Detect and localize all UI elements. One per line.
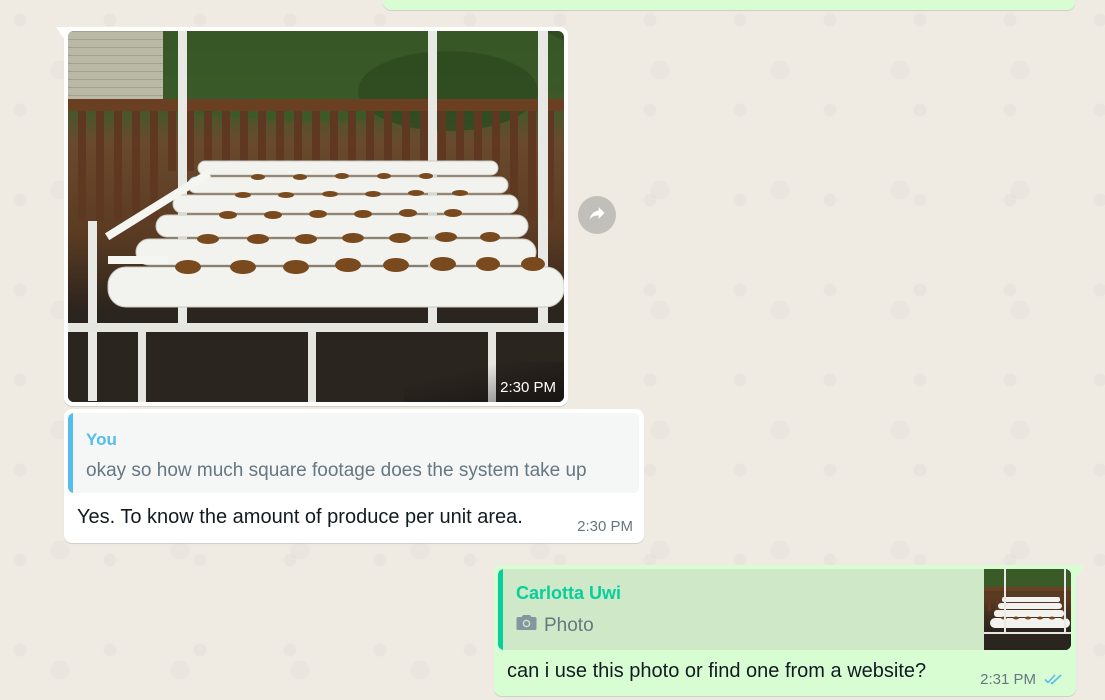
quoted-author: You <box>86 430 117 449</box>
double-check-icon <box>1044 672 1064 690</box>
message-time: 2:31 PM <box>980 671 1036 688</box>
quoted-photo-thumbnail <box>984 569 1071 650</box>
hydroponic-system-photo[interactable]: 2:30 PM <box>68 31 564 402</box>
quoted-type: Photo <box>516 614 594 637</box>
photo-drawing <box>68 31 564 402</box>
forward-button[interactable] <box>578 196 616 234</box>
message-text: Yes. To know the amount of produce per u… <box>77 506 523 528</box>
quoted-photo-message[interactable]: Carlotta Uwi Photo <box>498 569 1071 650</box>
previous-outgoing-message[interactable] <box>383 0 1075 10</box>
image-message-time: 2:30 PM <box>500 379 556 396</box>
bubble-tail <box>1076 565 1085 578</box>
quoted-type-label: Photo <box>544 614 594 636</box>
outgoing-message-bubble[interactable]: Carlotta Uwi Photo can i use this photo … <box>494 565 1076 696</box>
message-text: can i use this photo or find one from a … <box>507 660 927 682</box>
quoted-author: Carlotta Uwi <box>516 583 622 603</box>
message-time: 2:30 PM <box>577 518 633 535</box>
quoted-message[interactable]: You okay so how much square footage does… <box>68 413 639 493</box>
forward-icon <box>587 203 607 228</box>
text-message-bubble[interactable]: You okay so how much square footage does… <box>64 409 644 543</box>
quote-accent-bar <box>498 569 503 650</box>
camera-icon <box>516 614 537 637</box>
image-message-bubble[interactable]: 2:30 PM <box>64 27 568 406</box>
quoted-text: okay so how much square footage does the… <box>86 460 587 481</box>
chat-panel: 2:30 PM You okay so how much square foot… <box>0 0 1105 700</box>
quote-accent-bar <box>68 413 73 493</box>
